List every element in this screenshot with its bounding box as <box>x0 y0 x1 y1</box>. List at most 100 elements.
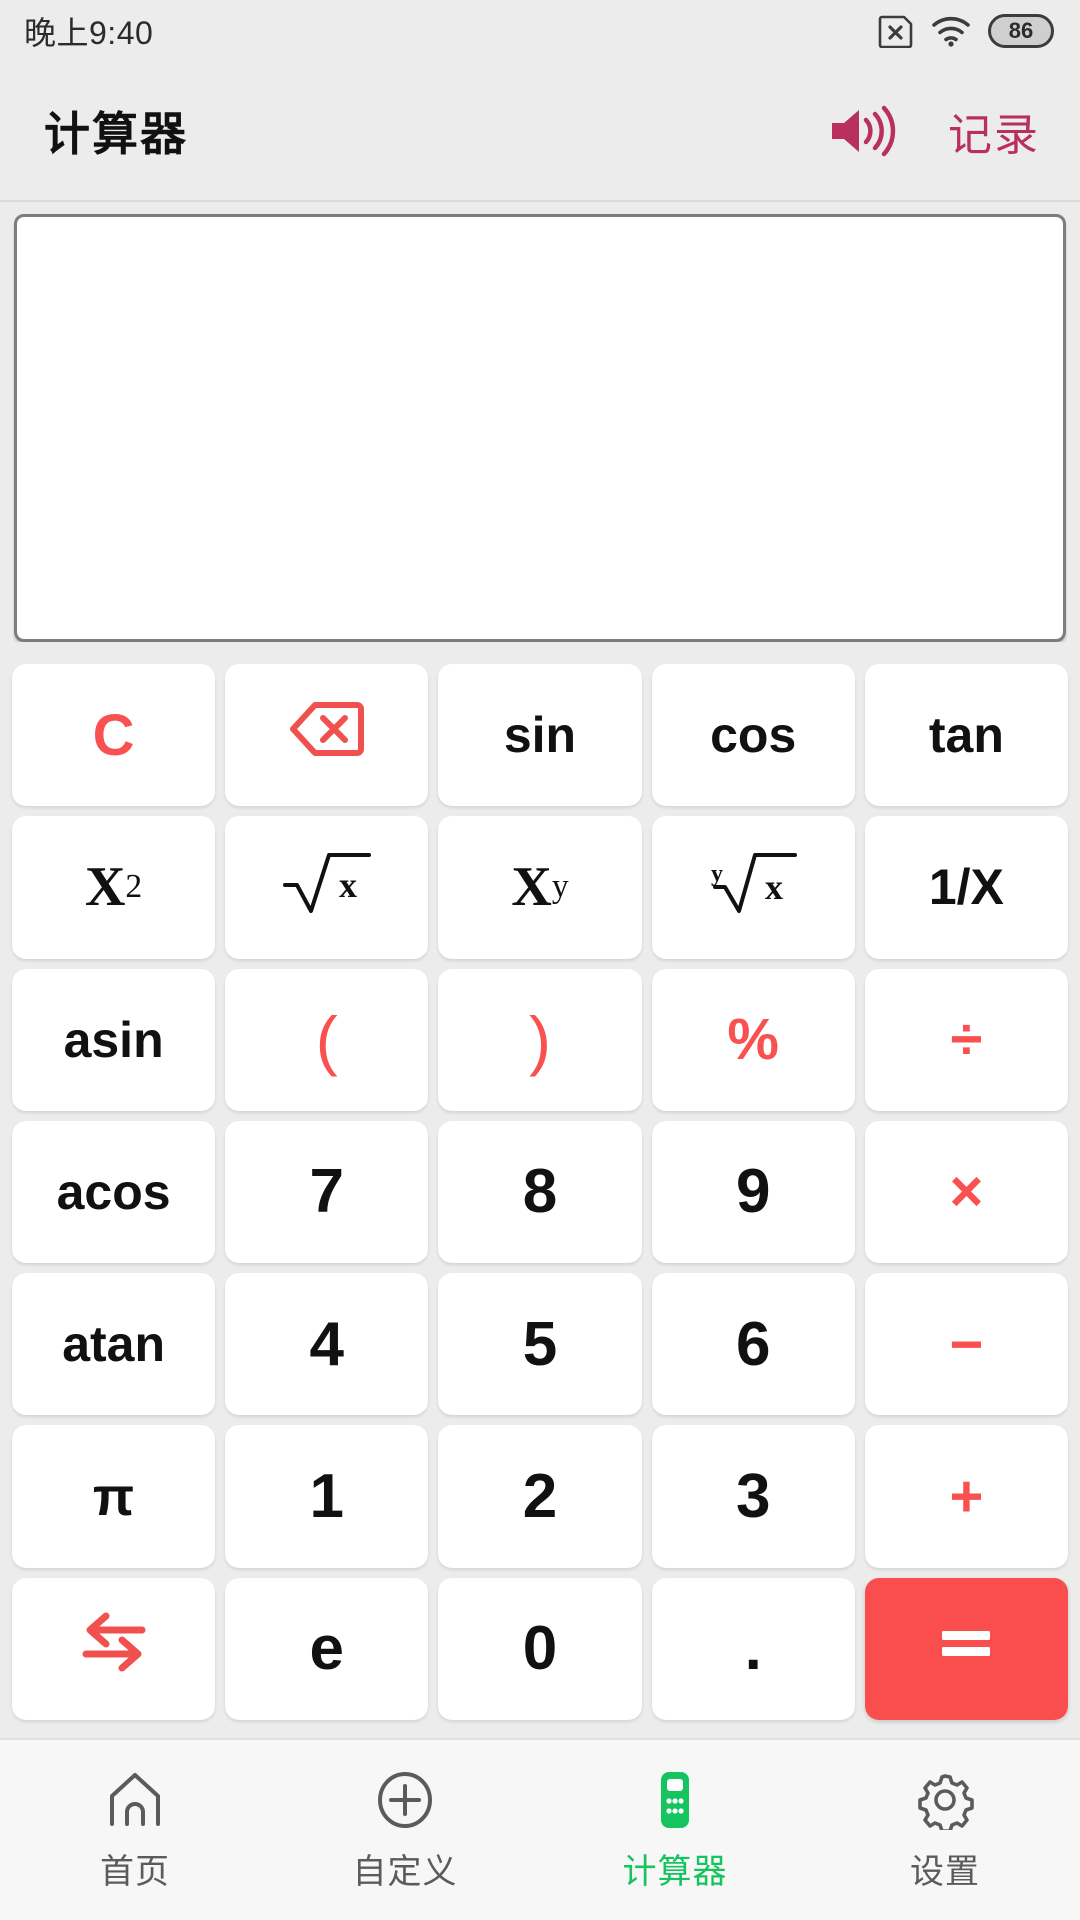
key-acos[interactable]: acos <box>12 1120 216 1264</box>
keypad: C sin cos tan X2 x X y y x 1/X asin () … <box>0 642 1080 1738</box>
nav-home[interactable]: 首页 <box>0 1740 270 1920</box>
nav-custom[interactable]: 自定义 <box>270 1740 540 1920</box>
backspace-icon <box>289 700 365 771</box>
key-6[interactable]: 6 <box>651 1273 855 1416</box>
status-icon-group: 86 <box>878 14 1054 49</box>
nav-label: 自定义 <box>352 1852 458 1891</box>
key-x-power-y[interactable]: Xy <box>438 816 642 959</box>
key-e[interactable]: e <box>225 1577 429 1720</box>
key-8[interactable]: 8 <box>438 1120 642 1264</box>
calculator-icon <box>644 1768 706 1830</box>
svg-text:x: x <box>765 867 783 907</box>
app-root: 晚上9:40 86 计算器 记录 C sin cos tan X 2 x X y… <box>0 0 1080 1920</box>
key-label: π <box>92 1466 135 1527</box>
key-label: 9 <box>735 1157 771 1227</box>
page-title: 计算器 <box>44 108 188 160</box>
key-cos[interactable]: cos <box>651 664 855 807</box>
key-label: 6 <box>735 1309 771 1379</box>
key-base: X <box>84 856 126 919</box>
status-bar: 晚上9:40 86 <box>0 0 1080 62</box>
key-9[interactable]: 9 <box>651 1120 855 1264</box>
key-label: 7 <box>309 1157 345 1227</box>
key-percent[interactable]: % <box>651 968 855 1111</box>
header-actions: 记录 <box>826 99 1040 163</box>
key-equals[interactable] <box>864 1577 1068 1720</box>
key-exponent: 2 <box>125 868 143 906</box>
key-decimal[interactable]: . <box>651 1577 855 1720</box>
bottom-navigation: 首页 自定义 计算器 设置 <box>0 1738 1080 1920</box>
key-nth-root[interactable]: y x <box>651 816 855 959</box>
key-label: 0 <box>522 1614 558 1684</box>
key-multiply[interactable]: × <box>864 1120 1068 1264</box>
key-subtract[interactable]: − <box>864 1273 1068 1416</box>
sim-card-disabled-icon <box>878 14 914 49</box>
key-reciprocal[interactable]: 1/X <box>864 816 1068 959</box>
nav-label: 首页 <box>100 1852 170 1891</box>
key-divide[interactable]: ÷ <box>864 968 1068 1111</box>
key-tan[interactable]: tan <box>864 664 1068 807</box>
battery-level: 86 <box>1008 18 1034 43</box>
key-label: e <box>309 1614 345 1684</box>
key-label: 4 <box>309 1309 345 1379</box>
key-backspace[interactable] <box>225 664 429 807</box>
key-2[interactable]: 2 <box>438 1425 642 1568</box>
key-5[interactable]: 5 <box>438 1273 642 1416</box>
key-label: ÷ <box>950 1007 983 1073</box>
expression-display[interactable] <box>14 214 1066 642</box>
key-label: tan <box>928 707 1004 764</box>
key-label: + <box>949 1464 984 1530</box>
svg-text:x: x <box>339 865 357 905</box>
key-3[interactable]: 3 <box>651 1425 855 1568</box>
status-time: 晚上9:40 <box>24 15 154 51</box>
key-sin[interactable]: sin <box>438 664 642 807</box>
key-close-paren[interactable]: ) <box>438 968 642 1111</box>
key-7[interactable]: 7 <box>225 1120 429 1264</box>
key-label: atan <box>62 1316 165 1373</box>
nav-calculator[interactable]: 计算器 <box>540 1740 810 1920</box>
history-button[interactable]: 记录 <box>948 99 1040 163</box>
nth-root-icon: y x <box>701 845 805 930</box>
key-pi[interactable]: π <box>12 1425 216 1568</box>
gear-icon <box>914 1768 976 1830</box>
square-root-icon: x <box>277 845 377 930</box>
display-area <box>0 202 1080 642</box>
key-label: 5 <box>522 1309 558 1379</box>
equals-icon <box>934 1618 998 1680</box>
key-label: 1 <box>309 1462 345 1532</box>
key-atan[interactable]: atan <box>12 1273 216 1416</box>
key-label: asin <box>63 1011 164 1068</box>
nav-label: 设置 <box>910 1852 980 1891</box>
key-label: ) <box>529 1002 551 1077</box>
key-0[interactable]: 0 <box>438 1577 642 1720</box>
key-swap[interactable] <box>12 1577 216 1720</box>
key-label: % <box>727 1007 779 1073</box>
key-label: 3 <box>735 1462 771 1532</box>
key-label: . <box>744 1614 762 1684</box>
key-open-paren[interactable]: ( <box>225 968 429 1111</box>
key-1[interactable]: 1 <box>225 1425 429 1568</box>
speaker-volume-icon[interactable] <box>826 101 896 161</box>
nav-settings[interactable]: 设置 <box>810 1740 1080 1920</box>
key-label: 1/X <box>928 859 1004 916</box>
key-label: acos <box>56 1163 171 1220</box>
key-label: × <box>949 1159 984 1225</box>
key-label: ( <box>315 1002 338 1077</box>
key-label: 8 <box>522 1157 558 1227</box>
nav-label: 计算器 <box>622 1852 728 1891</box>
key-4[interactable]: 4 <box>225 1273 429 1416</box>
key-base: X <box>511 856 552 919</box>
battery-icon: 86 <box>988 14 1054 48</box>
key-label: − <box>949 1311 984 1377</box>
key-exponent: y <box>551 868 569 906</box>
key-label: sin <box>503 707 577 764</box>
key-label: 2 <box>522 1462 558 1532</box>
home-icon <box>104 1768 166 1830</box>
key-square-root[interactable]: x <box>225 816 429 959</box>
swap-arrows-icon <box>72 1606 156 1691</box>
key-add[interactable]: + <box>864 1425 1068 1568</box>
plus-circle-icon <box>374 1768 436 1830</box>
key-x-squared[interactable]: X2 <box>12 816 216 959</box>
key-clear[interactable]: C <box>12 664 216 807</box>
key-asin[interactable]: asin <box>12 968 216 1111</box>
key-label: cos <box>710 707 797 764</box>
